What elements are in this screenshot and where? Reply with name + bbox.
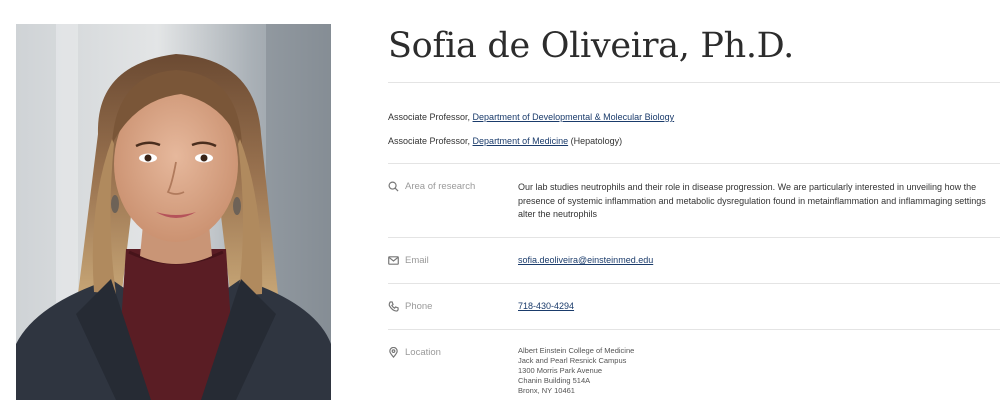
appointment-2: Associate Professor, Department of Medic… [388, 136, 622, 146]
research-description: Our lab studies neutrophils and their ro… [518, 182, 986, 219]
profile-details: Sofia de Oliveira, Ph.D. Associate Profe… [388, 0, 1000, 402]
location-address: Albert Einstein College of Medicine Jack… [518, 346, 634, 396]
department-link-medicine[interactable]: Department of Medicine [473, 136, 569, 146]
address-line: Chanin Building 514A [518, 376, 591, 385]
search-icon [388, 181, 399, 192]
appointment-suffix: (Hepatology) [568, 136, 623, 146]
divider [388, 237, 1000, 238]
research-label: Area of research [388, 181, 475, 192]
profile-name: Sofia de Oliveira, Ph.D. [388, 26, 794, 66]
appointment-1: Associate Professor, Department of Devel… [388, 112, 674, 122]
phone-icon [388, 301, 399, 312]
divider [388, 283, 1000, 284]
email-link[interactable]: sofia.deoliveira@einsteinmed.edu [518, 255, 653, 265]
appointment-title: Associate Professor, [388, 112, 473, 122]
phone-label-text: Phone [405, 301, 433, 312]
department-link-developmental-molecular-biology[interactable]: Department of Developmental & Molecular … [473, 112, 675, 122]
research-label-text: Area of research [405, 181, 476, 192]
phone-link[interactable]: 718-430-4294 [518, 301, 574, 311]
address-line: Bronx, NY 10461 [518, 386, 575, 395]
profile-photo [16, 24, 331, 400]
appointment-title: Associate Professor, [388, 136, 473, 146]
divider [388, 163, 1000, 164]
phone-label: Phone [388, 301, 432, 312]
address-line: 1300 Morris Park Avenue [518, 366, 603, 375]
address-line: Albert Einstein College of Medicine [518, 346, 635, 355]
divider [388, 329, 1000, 330]
location-label-text: Location [405, 347, 441, 358]
email-label-text: Email [405, 255, 429, 266]
envelope-icon [388, 256, 399, 265]
location-label: Location [388, 347, 441, 358]
address-line: Jack and Pearl Resnick Campus [518, 356, 627, 365]
divider [388, 82, 1000, 83]
location-pin-icon [389, 347, 398, 358]
email-label: Email [388, 255, 429, 266]
